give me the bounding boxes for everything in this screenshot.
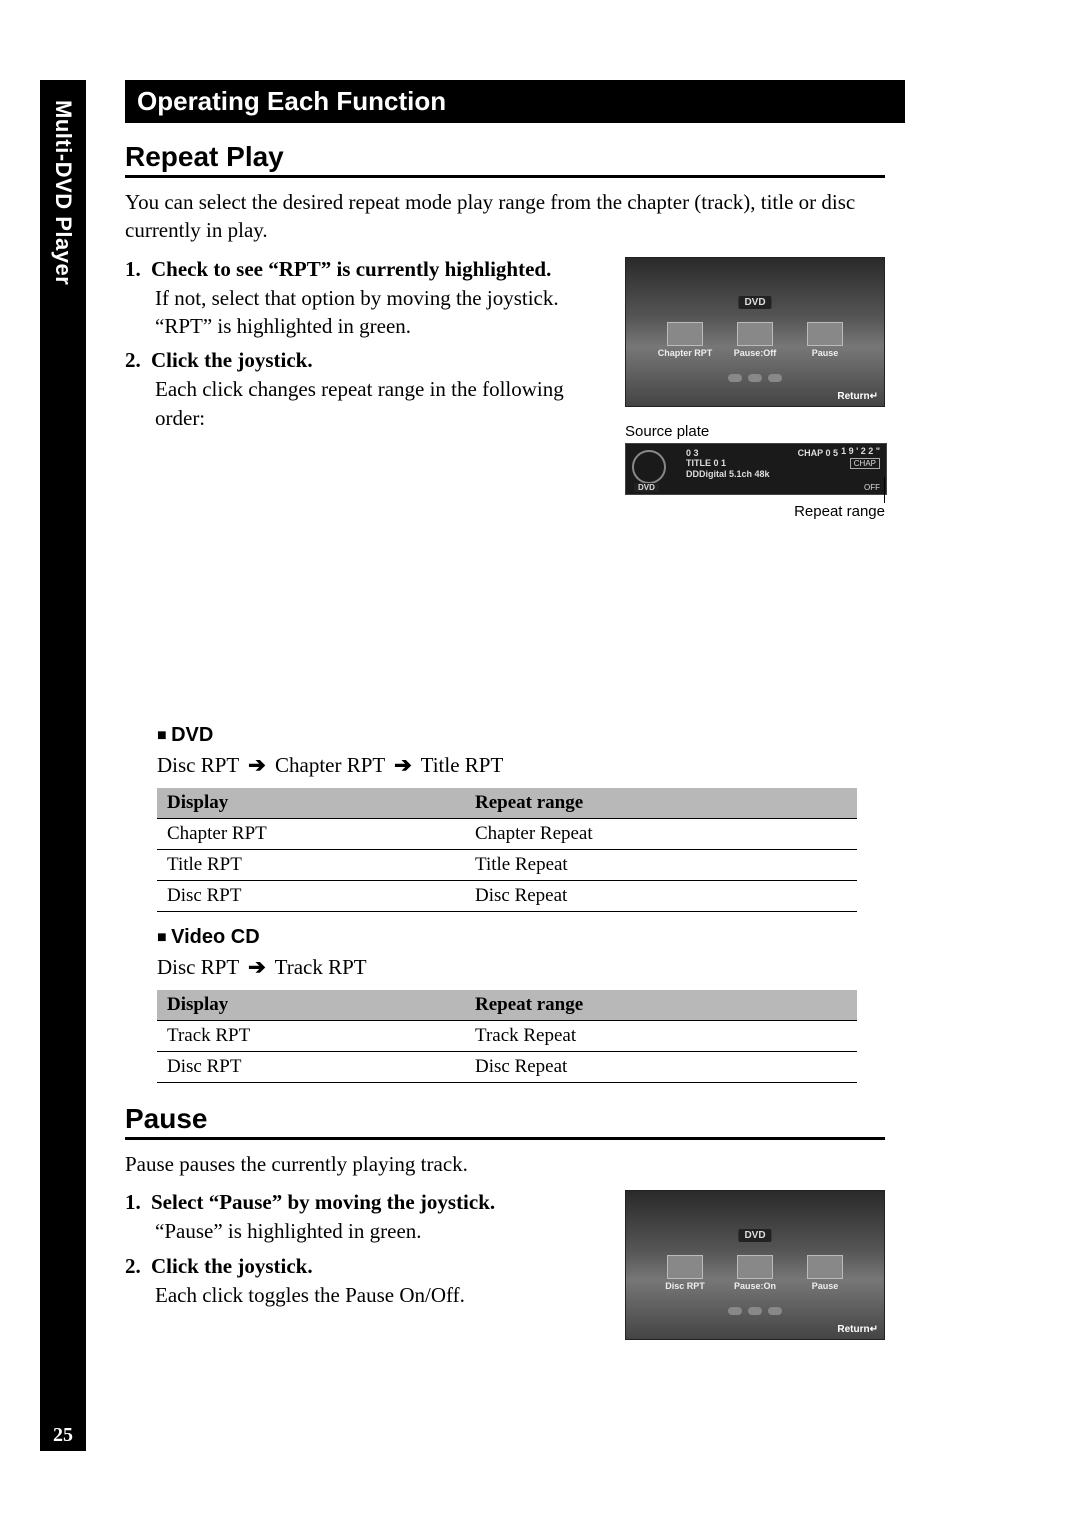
pause-step-1-body: “Pause” is highlighted in green. [155,1217,605,1245]
step-2-body: Each click changes repeat range in the f… [155,375,605,432]
source-plate: DVD 0 3 TITLE 0 1 DDDigital 5.1ch 48k CH… [625,443,887,495]
pause-step-2: 2.Click the joystick. [125,1254,605,1279]
repeat-icon [667,322,703,346]
arrow-icon: ➔ [394,753,412,778]
sp-time: 1 9 ' 2 2 " [841,446,880,456]
repeat-icon [667,1255,703,1279]
repeat-range-caption: Repeat range [794,503,885,520]
step-1-body: If not, select that option by moving the… [155,284,605,341]
source-plate-caption: Source plate [625,423,885,440]
sp-chapbox: CHAP [850,458,880,469]
table-dvd: Display Repeat range Chapter RPTChapter … [157,788,857,912]
screenshot-pause: DVD Disc RPT Pause:On Pause Return↵ [625,1190,885,1340]
repeat-body: 1.Check to see “RPT” is currently highli… [125,257,885,710]
label-chapter-rpt: Chapter RPT [655,348,715,358]
disc-icon [632,450,666,484]
label-disc-rpt: Disc RPT [655,1281,715,1291]
page-number: 25 [40,1420,86,1451]
vcd-sequence: Disc RPT ➔ Track RPT [157,955,895,980]
step-1: 1.Check to see “RPT” is currently highli… [125,257,605,282]
step-1-num: 1. [125,257,151,282]
table-row: Title RPTTitle Repeat [157,850,857,881]
pause-icon [737,322,773,346]
label-pause-off: Pause:Off [725,348,785,358]
cell: Chapter RPT [157,819,465,850]
repeat-intro: You can select the desired repeat mode p… [125,188,895,245]
step-num: 1. [125,1190,151,1215]
table-vcd: Display Repeat range Track RPTTrack Repe… [157,990,857,1083]
th-display: Display [157,990,465,1021]
dvd-label: DVD [634,483,659,492]
cell: Disc Repeat [465,881,857,912]
arrow-icon: ➔ [248,753,266,778]
table-row: Disc RPTDisc Repeat [157,1052,857,1083]
arrow-icon: ➔ [248,955,266,980]
label-pause: Pause [795,1281,855,1291]
pause-step-1: 1.Select “Pause” by moving the joystick. [125,1190,605,1215]
th-display: Display [157,788,465,819]
pause-intro: Pause pauses the currently playing track… [125,1150,895,1178]
table-row: Track RPTTrack Repeat [157,1021,857,1052]
subhead-vcd: Video CD [157,926,895,949]
cell: Track Repeat [465,1021,857,1052]
pgm-icon [807,1255,843,1279]
cell: Title RPT [157,850,465,881]
heading-pause: Pause [125,1103,885,1140]
repeat-range-pointer [884,477,885,503]
sp-off: OFF [864,483,880,492]
pause-step-2-body: Each click toggles the Pause On/Off. [155,1281,605,1309]
table-header-row: Display Repeat range [157,990,857,1021]
cell: Disc RPT [157,1052,465,1083]
label-pause-on: Pause:On [725,1281,785,1291]
sp-line3: DDDigital 5.1ch 48k [686,469,770,480]
sp-line1: 0 3 [686,448,770,459]
step-2-num: 2. [125,348,151,373]
dvd-sequence: Disc RPT ➔ Chapter RPT ➔ Title RPT [157,753,895,778]
label-pause: Pause [795,348,855,358]
table-row: Disc RPTDisc Repeat [157,881,857,912]
step-head: Select “Pause” by moving the joystick. [151,1190,495,1214]
cell: Track RPT [157,1021,465,1052]
th-range: Repeat range [465,990,857,1021]
seq-item: Title RPT [421,753,504,777]
sp-line2: TITLE 0 1 [686,458,770,469]
step-head: Click the joystick. [151,1254,313,1278]
seq-item: Chapter RPT [275,753,385,777]
pause-body: 1.Select “Pause” by moving the joystick.… [125,1190,885,1309]
cell: Chapter Repeat [465,819,857,850]
seq-item: Disc RPT [157,753,239,777]
pause-icon [737,1255,773,1279]
step-2-head: Click the joystick. [151,348,313,372]
cell: Disc RPT [157,881,465,912]
dvd-tag: DVD [738,296,771,309]
step-1-head: Check to see “RPT” is currently highligh… [151,257,551,281]
return-label: Return↵ [837,391,878,402]
screenshot-repeat: DVD Chapter RPT Pause:Off Pause Return↵ [625,257,885,407]
th-range: Repeat range [465,788,857,819]
sp-chap: CHAP 0 5 [798,448,838,458]
step-num: 2. [125,1254,151,1279]
seq-item: Track RPT [275,955,367,979]
seq-item: Disc RPT [157,955,239,979]
step-2: 2.Click the joystick. [125,348,605,373]
pgm-icon [807,322,843,346]
cell: Disc Repeat [465,1052,857,1083]
return-label: Return↵ [837,1324,878,1335]
table-header-row: Display Repeat range [157,788,857,819]
heading-repeat-play: Repeat Play [125,141,885,178]
cell: Title Repeat [465,850,857,881]
subhead-dvd: DVD [157,724,895,747]
table-row: Chapter RPTChapter Repeat [157,819,857,850]
dvd-tag: DVD [738,1229,771,1242]
title-bar: Operating Each Function [125,80,905,123]
